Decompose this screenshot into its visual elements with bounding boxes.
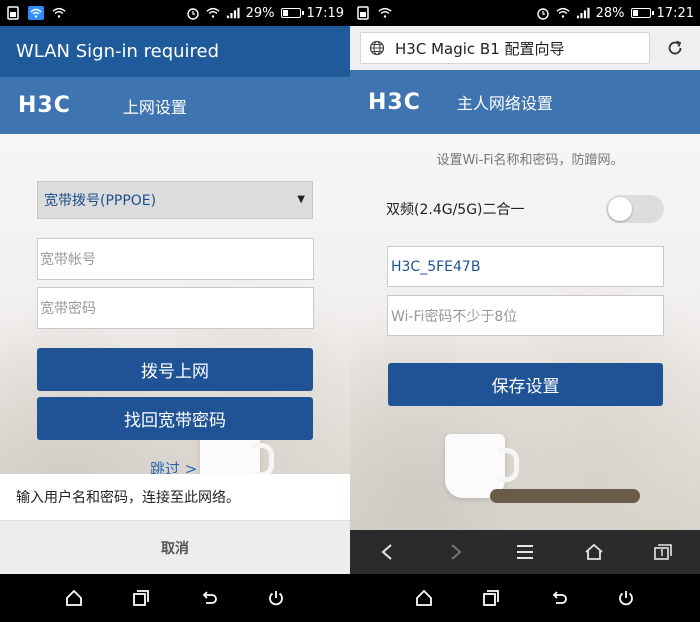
home-icon[interactable]: [62, 586, 86, 610]
page-title: 上网设置: [122, 97, 187, 117]
left-phone-screen: 29% 17:19 WLAN Sign-in required H3C 上网设置…: [0, 0, 350, 622]
browser-nav-bar: [350, 530, 700, 574]
cancel-button[interactable]: 取消: [0, 520, 350, 574]
right-phone-screen: 28% 17:21 H3C Magic B1 配置向导 H3C 主人网络设置 设…: [350, 0, 700, 622]
wifi-icon: [206, 6, 220, 20]
wifi-password-field[interactable]: Wi-Fi密码不少于8位: [387, 295, 664, 336]
alarm-icon: [536, 6, 550, 20]
wifi-notification-icon: [28, 6, 44, 20]
dual-band-label: 双频(2.4G/5G)二合一: [386, 202, 525, 218]
back-icon[interactable]: [547, 586, 571, 610]
sim-icon: [6, 6, 20, 20]
battery-percent: 29%: [245, 5, 275, 21]
home-icon[interactable]: [582, 540, 606, 564]
wifi-password-placeholder: Wi-Fi密码不少于8位: [391, 308, 518, 325]
home-icon[interactable]: [412, 586, 436, 610]
connection-mode-value: 宽带拨号(PPPOE): [44, 193, 157, 209]
signal-icon: [226, 6, 240, 20]
toggle-knob: [608, 197, 632, 221]
save-settings-button[interactable]: 保存设置: [388, 363, 663, 406]
page-title: 主人网络设置: [456, 94, 553, 113]
signin-prompt: 输入用户名和密码，连接至此网络。: [0, 474, 350, 520]
clock: 17:21: [656, 5, 694, 21]
page-header: H3C 主人网络设置: [350, 70, 700, 134]
wifi-icon: [556, 6, 570, 20]
status-bar: 29% 17:19: [0, 0, 350, 26]
recover-password-button[interactable]: 找回宽带密码: [37, 397, 313, 440]
connection-mode-select[interactable]: 宽带拨号(PPPOE) ▼: [37, 181, 313, 219]
url-bar[interactable]: H3C Magic B1 配置向导: [360, 32, 650, 64]
h3c-logo: H3C: [18, 93, 71, 118]
wifi-ssid-field[interactable]: H3C_5FE47B: [387, 246, 664, 287]
back-icon[interactable]: [197, 586, 221, 610]
broadband-password-field[interactable]: 宽带密码: [37, 287, 314, 329]
power-icon[interactable]: [264, 586, 288, 610]
clock: 17:19: [306, 5, 344, 21]
system-nav-bar: [350, 574, 700, 622]
url-text: H3C Magic B1 配置向导: [395, 39, 565, 58]
page-header: H3C 上网设置: [0, 77, 350, 134]
sim-icon: [356, 6, 370, 20]
h3c-logo: H3C: [368, 89, 421, 115]
menu-icon[interactable]: [513, 540, 537, 564]
recent-apps-icon[interactable]: [129, 586, 153, 610]
power-icon[interactable]: [614, 586, 638, 610]
battery-icon: [630, 8, 654, 18]
alarm-icon: [186, 6, 200, 20]
status-bar: 28% 17:21: [350, 0, 700, 26]
tabs-icon[interactable]: [651, 540, 675, 564]
recent-apps-icon[interactable]: [479, 586, 503, 610]
wifi-icon: [52, 6, 66, 20]
tray-image: [490, 489, 640, 503]
password-placeholder: 宽带密码: [40, 301, 96, 317]
dropdown-arrow-icon: ▼: [297, 194, 305, 205]
back-icon[interactable]: [375, 540, 399, 564]
browser-toolbar: H3C Magic B1 配置向导: [350, 26, 700, 70]
battery-icon: [280, 8, 304, 18]
broadband-account-field[interactable]: 宽带帐号: [37, 238, 314, 280]
reload-icon[interactable]: [666, 39, 684, 57]
page-subtitle: 设置Wi-Fi名称和密码，防蹭网。: [436, 153, 624, 168]
dial-up-button[interactable]: 拨号上网: [37, 348, 313, 391]
wifi-icon: [378, 6, 392, 20]
dual-band-toggle[interactable]: [606, 195, 664, 223]
ssid-value: H3C_5FE47B: [391, 258, 481, 275]
signal-icon: [576, 6, 590, 20]
wlan-signin-title: WLAN Sign-in required: [0, 26, 350, 77]
system-nav-bar: [0, 574, 350, 622]
account-placeholder: 宽带帐号: [40, 252, 96, 268]
globe-icon: [369, 40, 385, 56]
forward-icon[interactable]: [444, 540, 468, 564]
battery-percent: 28%: [595, 5, 625, 21]
